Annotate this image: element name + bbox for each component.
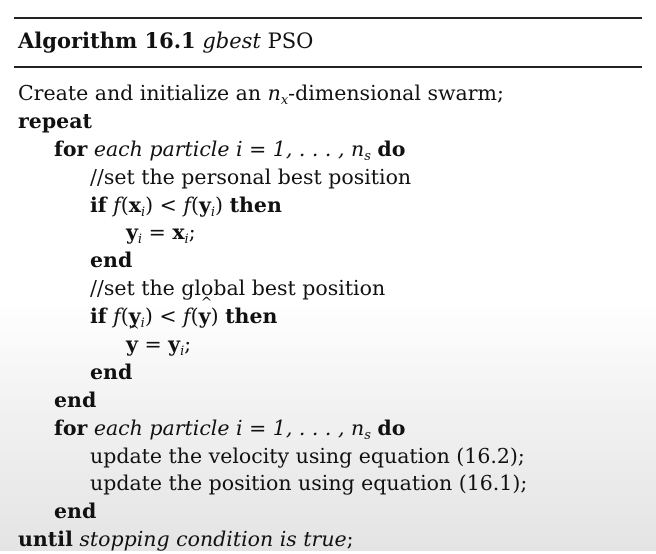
dimensional-text: -dimensional swarm; xyxy=(288,81,504,105)
i-range: i = 1, . . . , n xyxy=(229,415,365,440)
algorithm-caption: Algorithm 16.1 gbest PSO xyxy=(18,28,313,53)
line-end-if-2: end xyxy=(18,359,643,387)
line-assign-global: y = yi; xyxy=(18,318,643,359)
algorithm-suffix: PSO xyxy=(267,29,314,53)
algorithm-body: Create and initialize an nx-dimensional … xyxy=(18,80,643,554)
do-keyword: do xyxy=(377,136,406,161)
caption-rule xyxy=(14,66,642,68)
line-comment-global: //set the global best position xyxy=(18,275,643,303)
line-end-for-1: end xyxy=(18,387,643,415)
end-keyword: end xyxy=(90,359,133,384)
line-end-if-1: end xyxy=(18,247,643,275)
line-end-for-2: end xyxy=(18,498,643,526)
then-keyword: then xyxy=(225,304,278,329)
line-for-2: for each particle i = 1, . . . , ns do xyxy=(18,415,643,443)
then-keyword: then xyxy=(229,192,282,217)
semicolon: ; xyxy=(346,527,354,552)
line-if-global: if f(yi) < f(y) then xyxy=(18,290,643,331)
line-repeat: repeat xyxy=(18,108,643,136)
do-keyword: do xyxy=(377,415,406,440)
end-keyword: end xyxy=(54,387,97,412)
line-assign-personal: yi = xi; xyxy=(126,220,196,248)
condition-personal: f xyxy=(113,192,121,217)
line-comment-personal: //set the personal best position xyxy=(18,164,643,192)
create-text: Create and initialize an xyxy=(18,81,268,105)
line-update-position: update the position using equation (16.1… xyxy=(18,470,643,498)
stopping-condition-text: stopping condition is true xyxy=(79,527,347,552)
i-range: i = 1, . . . , n xyxy=(229,136,365,161)
repeat-keyword: repeat xyxy=(18,108,92,133)
y-vector: y xyxy=(126,220,138,245)
algorithm-label: Algorithm 16.1 xyxy=(18,28,196,53)
s-subscript: s xyxy=(364,427,371,443)
if-keyword: if xyxy=(90,304,107,329)
if-keyword: if xyxy=(90,192,107,217)
s-subscript: s xyxy=(364,148,371,164)
line-for-1: for each particle i = 1, . . . , ns do xyxy=(18,136,643,164)
each-particle-text: each particle xyxy=(93,136,230,161)
comment-global: //set the global best position xyxy=(90,276,386,301)
end-keyword: end xyxy=(54,499,97,524)
update-position-text: update the position using equation (16.1… xyxy=(90,471,528,496)
top-rule xyxy=(14,17,642,19)
until-keyword: until xyxy=(18,527,73,552)
end-keyword: end xyxy=(90,248,133,273)
update-velocity-text: update the velocity using equation (16.2… xyxy=(90,443,525,468)
for-keyword: for xyxy=(54,136,88,161)
line-create-swarm: Create and initialize an nx-dimensional … xyxy=(18,80,643,108)
for-keyword: for xyxy=(54,415,88,440)
line-until: until stopping condition is true; xyxy=(18,526,643,554)
line-if-personal: if f(xi) < f(yi) then xyxy=(90,192,282,220)
line-update-velocity: update the velocity using equation (16.2… xyxy=(18,443,643,471)
condition-global: f xyxy=(113,304,121,329)
y-hat-vector: y xyxy=(126,318,140,359)
n-x-symbol: nx xyxy=(267,81,289,108)
each-particle-text: each particle xyxy=(93,415,230,440)
comment-personal: //set the personal best position xyxy=(90,164,412,189)
algorithm-name: gbest xyxy=(202,29,261,53)
